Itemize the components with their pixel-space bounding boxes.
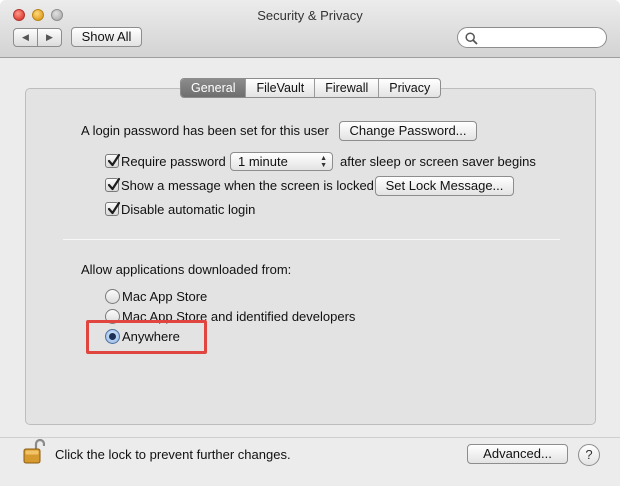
change-password-button[interactable]: Change Password...	[339, 121, 477, 141]
disable-autologin-checkbox[interactable]	[105, 201, 121, 216]
checkmark-icon	[107, 177, 121, 191]
security-privacy-window: Security & Privacy ◀ ▶ Show All General …	[0, 0, 620, 486]
checkmark-icon	[107, 201, 121, 215]
toolbar: Security & Privacy ◀ ▶ Show All	[0, 0, 620, 58]
radio-anywhere-label: Anywhere	[122, 329, 180, 344]
require-password-label: Require password	[121, 154, 226, 169]
tab-privacy[interactable]: Privacy	[378, 79, 440, 97]
help-button[interactable]: ?	[578, 444, 600, 466]
tab-filevault[interactable]: FileVault	[245, 79, 314, 97]
after-sleep-text: after sleep or screen saver begins	[340, 154, 536, 169]
window-title: Security & Privacy	[257, 8, 363, 23]
set-lock-message-button[interactable]: Set Lock Message...	[375, 176, 514, 196]
general-pane	[25, 88, 596, 425]
popup-value: 1 minute	[238, 154, 288, 169]
back-button[interactable]: ◀	[14, 29, 37, 46]
forward-button[interactable]: ▶	[37, 29, 61, 46]
require-password-delay-popup[interactable]: 1 minute ▲ ▼	[230, 152, 333, 171]
radio-mac-app-store-label: Mac App Store	[122, 289, 208, 304]
show-all-button[interactable]: Show All	[71, 27, 142, 47]
tab-bar: General FileVault Firewall Privacy	[180, 78, 442, 98]
popup-arrows-icon: ▲ ▼	[320, 155, 327, 169]
radio-mac-app-store[interactable]	[105, 289, 120, 304]
checkmark-icon	[107, 153, 121, 167]
require-password-checkbox[interactable]	[105, 153, 121, 168]
search-icon	[465, 32, 478, 45]
forward-arrow-icon: ▶	[46, 32, 53, 42]
back-forward-control: ◀ ▶	[13, 28, 62, 47]
disable-autologin-label: Disable automatic login	[121, 202, 256, 217]
tab-general[interactable]: General	[181, 79, 246, 97]
show-message-checkbox[interactable]	[105, 177, 121, 192]
footer-divider	[0, 437, 620, 438]
unlocked-padlock-icon[interactable]	[23, 437, 45, 465]
advanced-button[interactable]: Advanced...	[467, 444, 568, 464]
back-arrow-icon: ◀	[22, 32, 29, 42]
lock-status-text: Click the lock to prevent further change…	[55, 447, 291, 462]
section-divider	[63, 239, 560, 240]
allow-apps-heading: Allow applications downloaded from:	[81, 262, 292, 277]
login-password-text: A login password has been set for this u…	[81, 123, 329, 138]
search-field[interactable]	[457, 27, 607, 48]
show-message-label: Show a message when the screen is locked	[121, 178, 374, 193]
tab-firewall[interactable]: Firewall	[314, 79, 378, 97]
radio-anywhere[interactable]	[105, 329, 120, 344]
radio-selected-dot	[109, 333, 116, 340]
